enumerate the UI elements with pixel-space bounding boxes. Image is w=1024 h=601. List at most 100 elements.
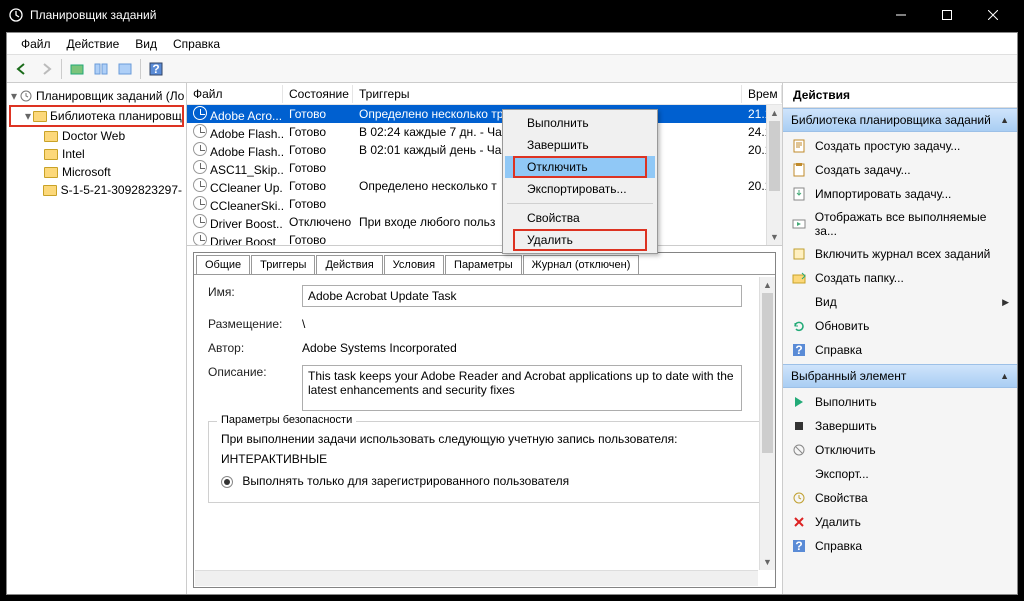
tree-library[interactable]: ▾ Библиотека планировщ — [9, 105, 184, 127]
desc-label: Описание: — [208, 365, 302, 379]
tab[interactable]: Условия — [384, 255, 444, 274]
col-file[interactable]: Файл — [187, 85, 283, 103]
collapse-icon[interactable]: ▲ — [1000, 371, 1009, 381]
actions-lib-title[interactable]: Библиотека планировщика заданий ▲ — [783, 108, 1017, 132]
table-row[interactable]: Driver Boost...ОтключеноПри входе любого… — [187, 213, 782, 231]
action-item[interactable]: Обновить — [783, 314, 1017, 338]
menu-view[interactable]: Вид — [127, 35, 165, 53]
scroll-thumb[interactable] — [769, 121, 780, 191]
context-menu-item[interactable]: Удалить — [505, 229, 655, 251]
tree-root[interactable]: ▾ Планировщик заданий (Ло — [9, 87, 184, 105]
collapse-icon[interactable]: ▲ — [1000, 115, 1009, 125]
scroll-thumb[interactable] — [762, 293, 773, 453]
radio-row[interactable]: Выполнять только для зарегистрированного… — [221, 474, 748, 488]
scroll-down-icon[interactable]: ▼ — [760, 554, 775, 570]
action-item[interactable]: ?Справка — [783, 534, 1017, 558]
scrollbar-v[interactable]: ▲ ▼ — [766, 105, 782, 245]
actions-header: Действия — [783, 83, 1017, 108]
action-label: Справка — [815, 539, 862, 553]
tab[interactable]: Журнал (отключен) — [523, 255, 640, 274]
table-row[interactable]: Adobe Acro...ГотовоОпределено несколько … — [187, 105, 782, 123]
tree-item[interactable]: Doctor Web — [9, 127, 184, 145]
location-value: \ — [302, 317, 761, 331]
action-icon — [791, 186, 807, 202]
tab-strip: ОбщиеТриггерыДействияУсловияПараметрыЖур… — [194, 253, 775, 274]
action-item[interactable]: Отображать все выполняемые за... — [783, 206, 1017, 242]
expand-icon[interactable]: ▾ — [25, 109, 31, 123]
tab[interactable]: Действия — [316, 255, 382, 274]
action-item[interactable]: Экспорт... — [783, 462, 1017, 486]
action-item[interactable]: Отключить — [783, 438, 1017, 462]
action-item[interactable]: Создать задачу... — [783, 158, 1017, 182]
table-row[interactable]: ASC11_Skip...Готово — [187, 159, 782, 177]
action-item[interactable]: Вид▶ — [783, 290, 1017, 314]
action-item[interactable]: Удалить — [783, 510, 1017, 534]
menu-action[interactable]: Действие — [59, 35, 128, 53]
scroll-up-icon[interactable]: ▲ — [767, 105, 782, 121]
action-item[interactable]: Включить журнал всех заданий — [783, 242, 1017, 266]
maximize-button[interactable] — [924, 0, 970, 30]
folder-icon — [43, 164, 59, 180]
tab[interactable]: Триггеры — [251, 255, 315, 274]
tab[interactable]: Параметры — [445, 255, 522, 274]
table-row[interactable]: CCleaner Up...ГотовоОпределено несколько… — [187, 177, 782, 195]
folder-icon — [43, 128, 59, 144]
action-item[interactable]: ?Справка — [783, 338, 1017, 362]
task-list: Файл Состояние Триггеры Врем Adobe Acro.… — [187, 83, 782, 246]
scroll-down-icon[interactable]: ▼ — [767, 229, 782, 245]
context-menu-item[interactable]: Выполнить — [505, 112, 655, 134]
help-button[interactable]: ? — [145, 58, 167, 80]
menu-help[interactable]: Справка — [165, 35, 228, 53]
tree-item[interactable]: Intel — [9, 145, 184, 163]
desc-field[interactable]: This task keeps your Adobe Reader and Ac… — [302, 365, 742, 411]
col-triggers[interactable]: Триггеры — [353, 85, 742, 103]
tab[interactable]: Общие — [196, 255, 250, 274]
context-menu-item[interactable]: Завершить — [505, 134, 655, 156]
tree-item[interactable]: Microsoft — [9, 163, 184, 181]
table-row[interactable]: Adobe Flash...ГотовоВ 02:24 каждые 7 дн.… — [187, 123, 782, 141]
action-item[interactable]: Создать простую задачу... — [783, 134, 1017, 158]
tool-btn-1[interactable] — [66, 58, 88, 80]
action-icon — [791, 490, 807, 506]
name-field[interactable]: Adobe Acrobat Update Task — [302, 285, 742, 307]
clock-icon — [193, 232, 207, 246]
table-row[interactable]: Adobe Flash...ГотовоВ 02:01 каждый день … — [187, 141, 782, 159]
forward-button[interactable] — [35, 58, 57, 80]
context-menu-item[interactable]: Свойства — [505, 207, 655, 229]
minimize-button[interactable] — [878, 0, 924, 30]
menu-file[interactable]: Файл — [13, 35, 59, 53]
tree-item[interactable]: S-1-5-21-3092823297- — [9, 181, 184, 199]
radio-icon[interactable] — [221, 476, 233, 488]
separator — [507, 203, 653, 204]
action-icon — [791, 294, 807, 310]
tool-btn-3[interactable] — [114, 58, 136, 80]
expand-icon[interactable]: ▾ — [11, 89, 17, 103]
folder-icon — [42, 182, 57, 198]
window-title: Планировщик заданий — [30, 8, 878, 22]
col-state[interactable]: Состояние — [283, 85, 353, 103]
action-item[interactable]: Завершить — [783, 414, 1017, 438]
context-menu-item[interactable]: Экспортировать... — [505, 178, 655, 200]
col-time[interactable]: Врем — [742, 85, 782, 103]
table-row[interactable]: CCleanerSki...Готово — [187, 195, 782, 213]
actions-sel-title-text: Выбранный элемент — [791, 369, 906, 383]
action-item[interactable]: Создать папку... — [783, 266, 1017, 290]
actions-sel-title[interactable]: Выбранный элемент ▲ — [783, 364, 1017, 388]
close-button[interactable] — [970, 0, 1016, 30]
radio-logged-label: Выполнять только для зарегистрированного… — [242, 474, 569, 488]
action-item[interactable]: Выполнить — [783, 390, 1017, 414]
scroll-up-icon[interactable]: ▲ — [760, 277, 775, 293]
action-icon — [791, 394, 807, 410]
action-item[interactable]: Импортировать задачу... — [783, 182, 1017, 206]
back-button[interactable] — [11, 58, 33, 80]
action-label: Завершить — [815, 419, 877, 433]
action-item[interactable]: Свойства — [783, 486, 1017, 510]
table-row[interactable]: Driver BoostГотово — [187, 231, 782, 246]
tool-btn-2[interactable] — [90, 58, 112, 80]
action-label: Создать папку... — [815, 271, 904, 285]
context-menu-item[interactable]: Отключить — [505, 156, 655, 178]
action-icon — [791, 318, 807, 334]
details-scroll-h[interactable] — [195, 570, 758, 586]
clock-icon — [193, 196, 207, 210]
details-scroll-v[interactable]: ▲ ▼ — [759, 277, 775, 570]
